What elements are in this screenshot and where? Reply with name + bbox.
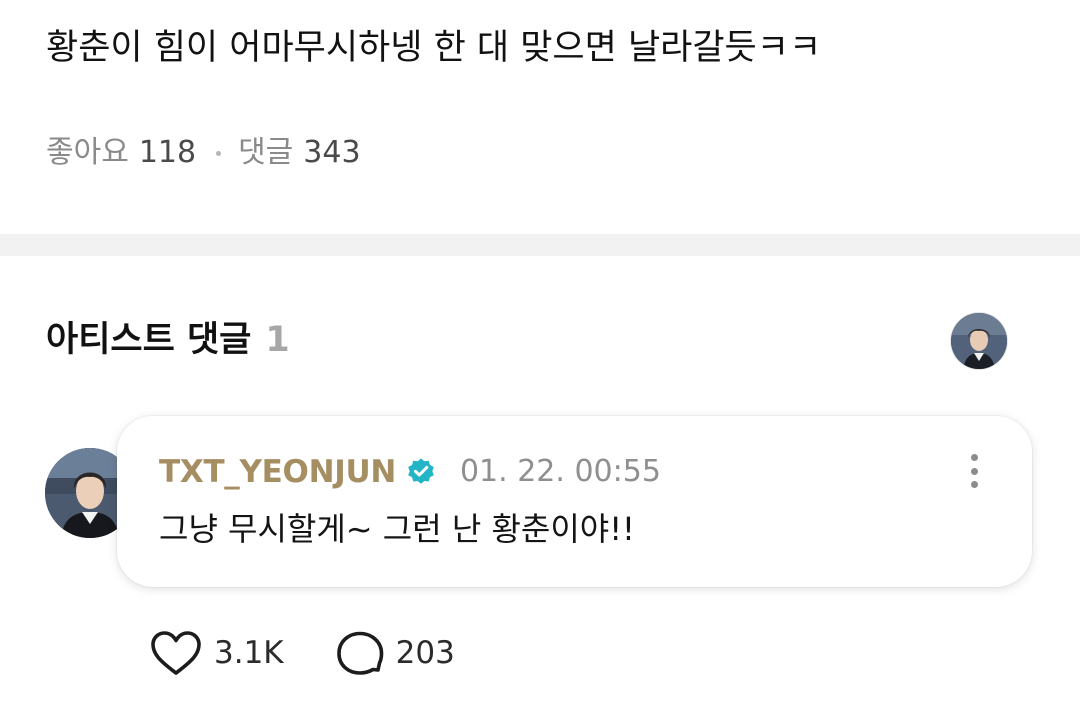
avatar-image [951,313,1007,369]
likes-label[interactable]: 좋아요 [46,133,129,173]
reply-button[interactable]: 203 [336,630,455,676]
comments-count[interactable]: 343 [303,133,360,173]
comment-timestamp: 01. 22. 00:55 [459,454,661,489]
likes-count[interactable]: 118 [139,133,196,173]
comments-label[interactable]: 댓글 [238,133,293,173]
post-text: 황춘이 힘이 어마무시하넹 한 대 맞으면 날라갈듯ㅋㅋ [46,28,822,68]
artist-comments-count: 1 [265,320,290,360]
separator-dot [216,150,222,156]
post-detail-page: 황춘이 힘이 어마무시하넹 한 대 맞으면 날라갈듯ㅋㅋ 좋아요 118 댓글 … [0,0,1080,706]
artist-comments-title: 아티스트 댓글 [46,320,252,360]
verified-badge-icon [408,458,434,484]
comment-text: 그냥 무시할게~ 그런 난 황춘이야!! [159,510,635,548]
section-divider [0,234,1080,256]
artist-comments-heading: 아티스트 댓글 1 [46,316,290,364]
post-stats: 좋아요 118 댓글 343 [46,133,361,173]
heart-icon [151,631,201,675]
comment-actions: 3.1K 203 [150,628,455,678]
artist-comment-card: TXT_YEONJUN 01. 22. 00:55 그냥 무시할게~ 그런 난 … [117,416,1032,587]
comment-username[interactable]: TXT_YEONJUN [159,452,396,492]
comment-header: TXT_YEONJUN 01. 22. 00:55 [159,452,661,492]
like-button[interactable]: 3.1K [150,630,284,676]
comment-bubble-icon [336,631,383,675]
like-count: 3.1K [214,635,284,671]
more-vertical-icon[interactable] [962,452,986,490]
reply-count: 203 [395,635,455,671]
artist-filter-avatar[interactable] [951,313,1007,369]
